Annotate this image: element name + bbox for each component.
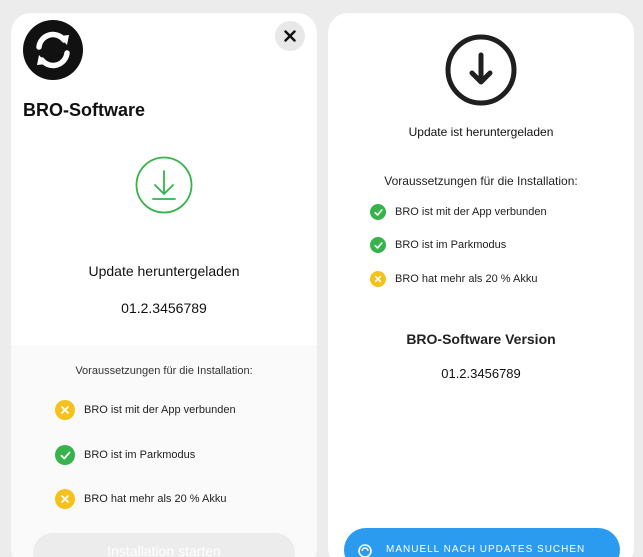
check-icon	[370, 237, 386, 253]
install-button[interactable]: Installation starten	[33, 533, 295, 557]
update-dialog-right: Update ist heruntergeladen Voraussetzung…	[328, 13, 634, 557]
check-updates-label: MANUELL NACH UPDATES SUCHEN	[386, 544, 586, 555]
requirement-label: BRO hat mehr als 20 % Akku	[395, 273, 538, 285]
version-number: 01.2.3456789	[441, 366, 521, 381]
close-button[interactable]	[275, 21, 305, 51]
warning-icon	[55, 400, 75, 420]
download-icon	[445, 34, 517, 106]
requirement-label: BRO ist mit der App verbunden	[395, 206, 547, 218]
requirement-item: BRO ist mit der App verbunden	[55, 400, 236, 420]
requirements-title: Voraussetzungen für die Installation:	[384, 174, 578, 188]
status-title: Update heruntergeladen	[88, 263, 240, 279]
requirement-item: BRO hat mehr als 20 % Akku	[55, 489, 226, 509]
refresh-icon	[358, 544, 372, 557]
requirement-label: BRO hat mehr als 20 % Akku	[84, 493, 227, 505]
version-title: BRO-Software Version	[406, 331, 556, 347]
requirement-label: BRO ist im Parkmodus	[395, 239, 507, 251]
warning-icon	[55, 489, 75, 509]
version-number: 01.2.3456789	[121, 300, 207, 316]
download-icon	[135, 156, 193, 214]
close-icon	[284, 30, 296, 42]
bro-logo-sync-icon	[23, 20, 83, 80]
requirement-item: BRO hat mehr als 20 % Akku	[370, 271, 537, 287]
warning-icon	[370, 271, 386, 287]
check-icon	[55, 445, 75, 465]
requirement-label: BRO ist im Parkmodus	[84, 449, 196, 461]
requirement-label: BRO ist mit der App verbunden	[84, 404, 236, 416]
brand-title: BRO-Software	[23, 100, 146, 120]
requirements-title: Voraussetzungen für die Installation:	[75, 365, 253, 377]
status-title: Update ist heruntergeladen	[408, 125, 554, 139]
requirement-item: BRO ist im Parkmodus	[55, 445, 195, 465]
requirement-item: BRO ist im Parkmodus	[370, 237, 506, 253]
update-dialog-left: BRO-Software Update heruntergeladen 01.2…	[11, 13, 317, 557]
check-icon	[370, 204, 386, 220]
check-updates-button[interactable]: MANUELL NACH UPDATES SUCHEN	[344, 528, 620, 557]
requirement-item: BRO ist mit der App verbunden	[370, 204, 547, 220]
